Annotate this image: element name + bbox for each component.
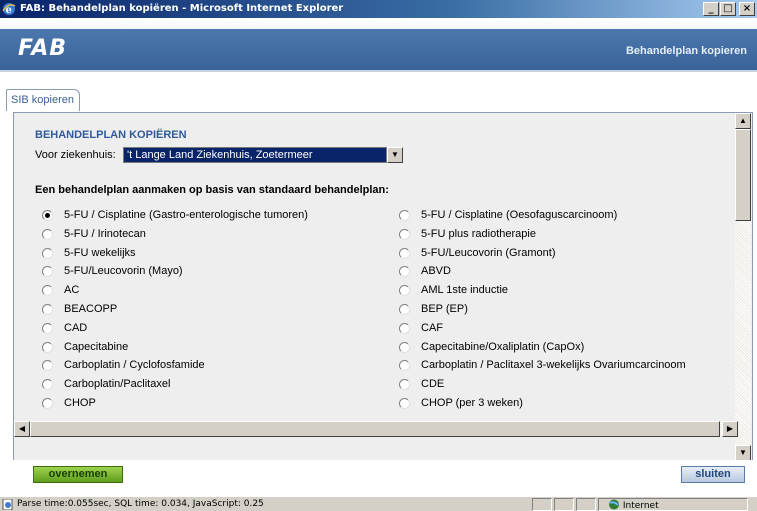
radio-button[interactable] xyxy=(399,266,410,278)
app-header: FAB Behandelplan kopieren xyxy=(0,18,757,72)
option-label: 5-FU / Cisplatine (Oesofaguscarcinoom) xyxy=(421,209,618,221)
status-text: Parse time:0.055sec, SQL time: 0.034, Ja… xyxy=(17,499,264,509)
option-label: Capecitabine/Oxaliplatin (CapOx) xyxy=(421,340,585,353)
radio-button[interactable] xyxy=(399,228,410,240)
window-title: FAB: Behandelplan kopiëren - Microsoft I… xyxy=(20,3,344,14)
hospital-dropdown-button[interactable]: ▼ xyxy=(387,147,403,163)
scroll-down-button[interactable]: ▼ xyxy=(735,445,751,461)
radio-button[interactable] xyxy=(42,360,53,372)
radio-button[interactable] xyxy=(399,379,410,391)
hospital-select[interactable]: 't Lange Land Ziekenhuis, Zoetermeer xyxy=(123,147,387,163)
hospital-label: Voor ziekenhuis: xyxy=(35,149,116,161)
radio-button[interactable] xyxy=(42,304,53,315)
minimize-button[interactable]: _ xyxy=(703,2,719,16)
option-label: AC xyxy=(64,284,80,297)
radio-button[interactable] xyxy=(42,322,53,334)
option-label: CAD xyxy=(64,321,88,334)
option-label: CDE xyxy=(421,378,445,391)
horizontal-scroll-thumb[interactable] xyxy=(30,421,720,437)
template-question: Een behandelplan aanmaken op basis van s… xyxy=(35,184,389,196)
option-label: 5-FU/Leucovorin (Gramont) xyxy=(421,246,556,259)
scroll-up-button[interactable]: ▲ xyxy=(735,113,751,129)
main-content: SIB kopieren BEHANDELPLAN KOPIËREN Voor … xyxy=(0,72,757,496)
option-label: 5-FU/Leucovorin (Mayo) xyxy=(64,265,183,278)
radio-button[interactable] xyxy=(42,247,53,259)
status-cell xyxy=(576,498,596,511)
option-label: 5-FU plus radiotherapie xyxy=(421,227,536,240)
maximize-button[interactable]: □ xyxy=(720,2,736,16)
page-icon xyxy=(2,499,13,510)
sluiten-button[interactable]: sluiten xyxy=(681,466,745,483)
option-label: ABVD xyxy=(421,265,451,278)
internet-zone: Internet xyxy=(608,499,659,511)
overnemen-button[interactable]: overnemen xyxy=(33,466,123,483)
radio-button[interactable] xyxy=(42,341,53,353)
globe-icon xyxy=(609,499,619,510)
option-label: 5-FU / Cisplatine (Gastro-enterologische… xyxy=(64,209,308,221)
option-label: BEP (EP) xyxy=(421,303,468,315)
scroll-right-button[interactable]: ▶ xyxy=(722,421,738,437)
radio-button[interactable] xyxy=(399,341,410,353)
close-window-button[interactable]: × xyxy=(739,2,755,16)
radio-button[interactable] xyxy=(42,285,53,297)
radio-button[interactable] xyxy=(42,228,53,240)
hospital-row: Voor ziekenhuis: 't Lange Land Ziekenhui… xyxy=(35,147,403,163)
radio-button[interactable] xyxy=(42,210,53,221)
option-label: Carboplatin / Paclitaxel 3-wekelijks Ova… xyxy=(421,359,686,372)
header-band: FAB Behandelplan kopieren xyxy=(0,29,757,70)
option-label: CHOP (per 3 weken) xyxy=(421,397,523,409)
option-label: 5-FU / Irinotecan xyxy=(64,227,146,240)
radio-button[interactable] xyxy=(399,247,410,259)
option-label: CAF xyxy=(421,321,443,334)
form-panel: BEHANDELPLAN KOPIËREN Voor ziekenhuis: '… xyxy=(13,112,753,492)
action-bar: overnemen sluiten xyxy=(0,460,757,494)
status-cell xyxy=(554,498,574,511)
status-bar: Parse time:0.055sec, SQL time: 0.034, Ja… xyxy=(0,496,757,511)
option-label: Carboplatin / Cyclofosfamide xyxy=(64,359,205,372)
radio-button[interactable] xyxy=(42,379,53,391)
radio-button[interactable] xyxy=(399,360,410,372)
status-cell xyxy=(532,498,552,511)
option-label: AML 1ste inductie xyxy=(421,284,509,297)
radio-button[interactable] xyxy=(42,398,53,409)
horizontal-scrollbar[interactable]: ◀ ▶ xyxy=(14,421,738,437)
option-label: Capecitabine xyxy=(64,340,129,353)
option-label: 5-FU wekelijks xyxy=(64,246,136,259)
option-label: Carboplatin/Paclitaxel xyxy=(64,378,171,391)
radio-button[interactable] xyxy=(399,398,410,409)
radio-button[interactable] xyxy=(399,304,410,315)
scroll-area: BEHANDELPLAN KOPIËREN Voor ziekenhuis: '… xyxy=(14,113,736,461)
option-label: CHOP xyxy=(64,397,96,409)
radio-button[interactable] xyxy=(399,285,410,297)
vertical-scroll-thumb[interactable] xyxy=(735,129,751,221)
radio-button[interactable] xyxy=(399,210,410,221)
window-titlebar: e FAB: Behandelplan kopiëren - Microsoft… xyxy=(0,0,757,18)
zone-label: Internet xyxy=(622,501,659,511)
tab-sib-kopieren[interactable]: SIB kopieren xyxy=(6,89,80,111)
radio-button[interactable] xyxy=(399,322,410,334)
vertical-scrollbar[interactable]: ▲ ▼ xyxy=(735,113,751,461)
page-title: Behandelplan kopieren xyxy=(625,45,747,57)
section-title: BEHANDELPLAN KOPIËREN xyxy=(35,129,187,141)
fab-logo: FAB xyxy=(18,36,67,61)
internet-explorer-icon: e xyxy=(2,3,16,16)
scroll-left-button[interactable]: ◀ xyxy=(14,421,30,437)
radio-button[interactable] xyxy=(42,266,53,278)
option-label: BEACOPP xyxy=(64,303,118,315)
